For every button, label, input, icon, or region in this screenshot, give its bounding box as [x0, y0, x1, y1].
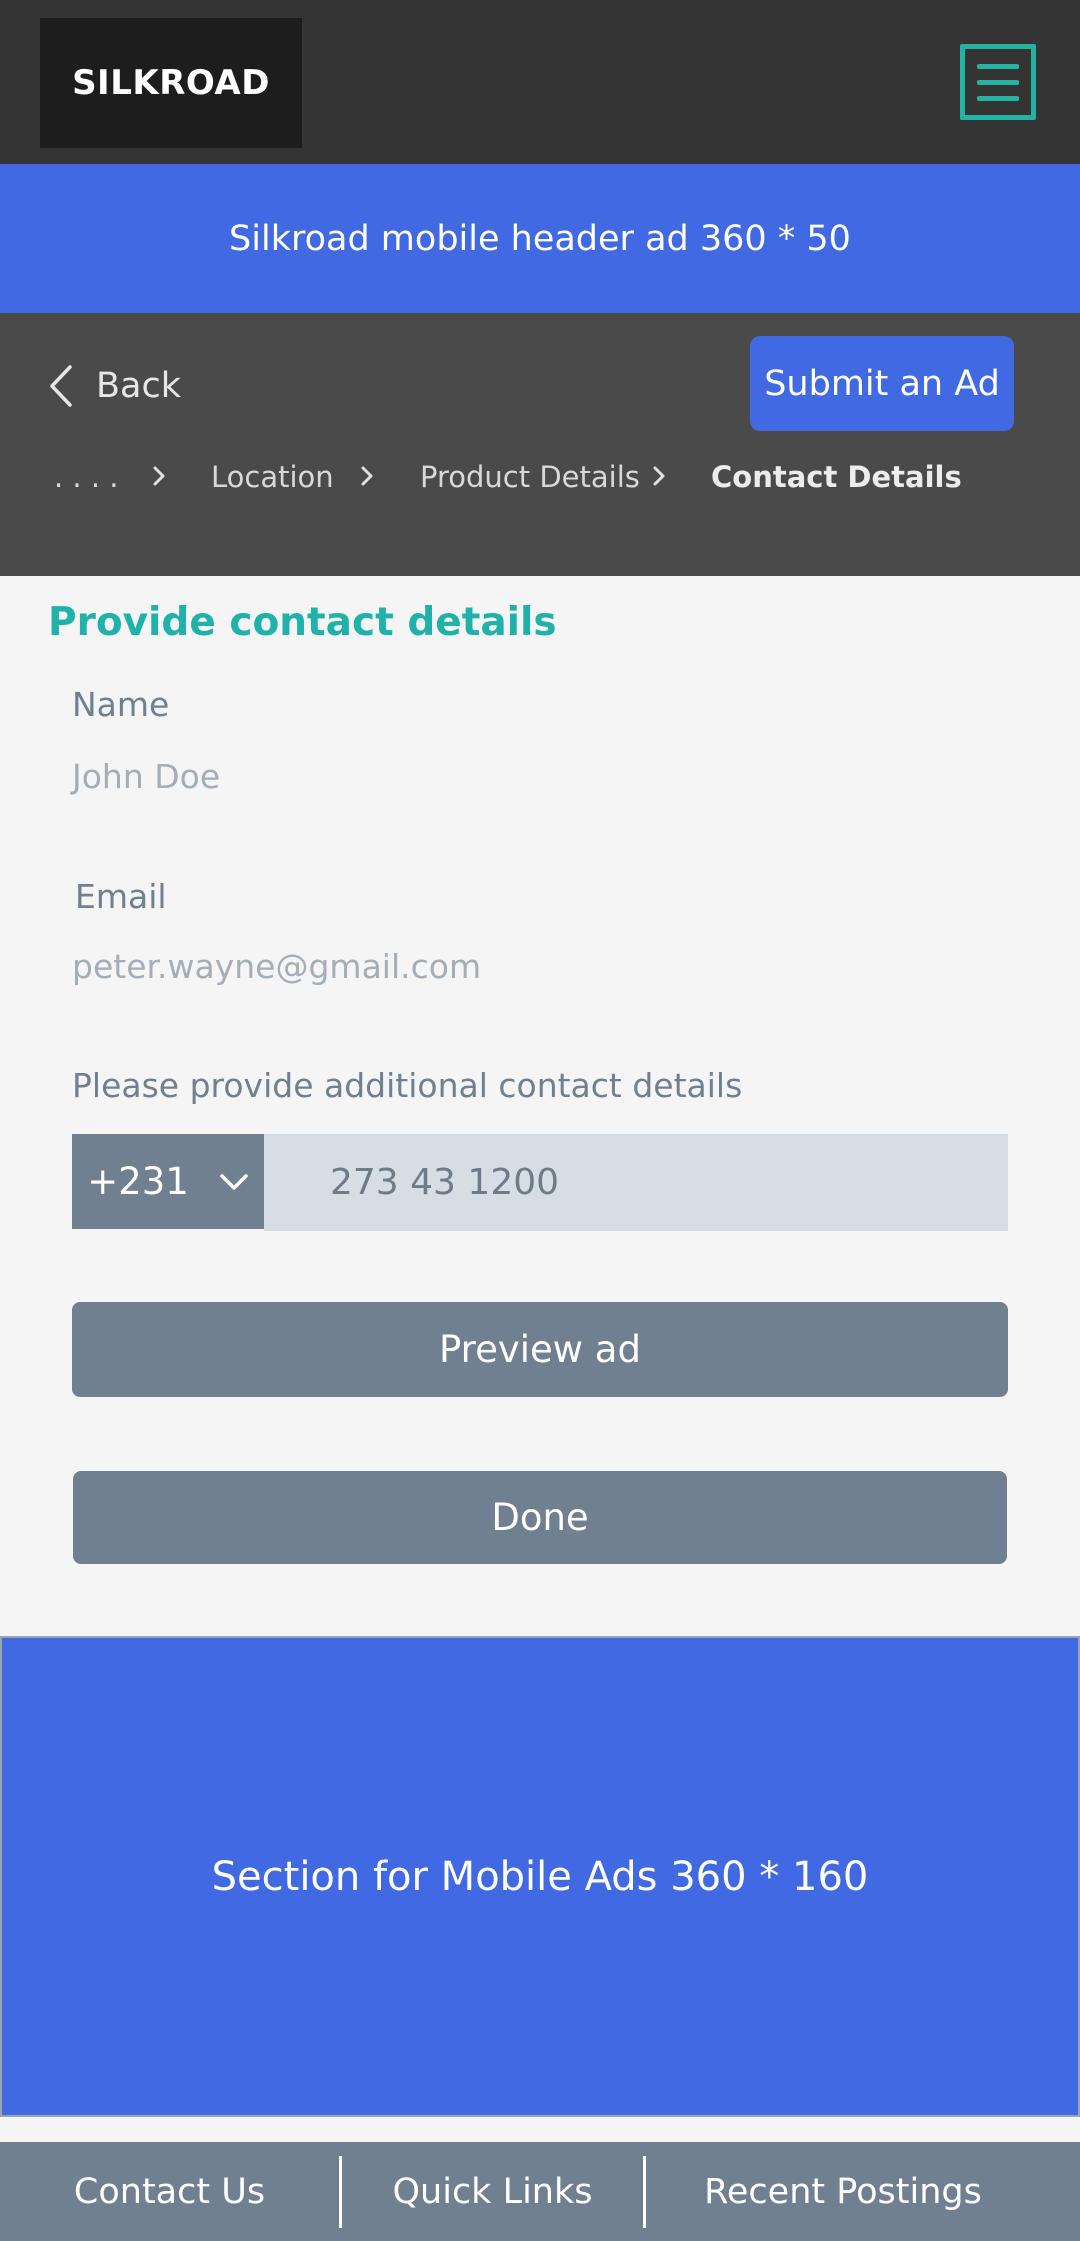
back-button[interactable]: Back: [48, 356, 181, 416]
footer-link-quick-links[interactable]: Quick Links: [342, 2142, 643, 2241]
breadcrumb-item-location[interactable]: Location: [211, 452, 334, 502]
submit-ad-button[interactable]: Submit an Ad: [750, 336, 1014, 431]
footer-link-recent-postings[interactable]: Recent Postings: [646, 2142, 1040, 2241]
header-ad-text: Silkroad mobile header ad 360 * 50: [229, 218, 851, 259]
menu-line: [977, 95, 1019, 101]
done-button[interactable]: Done: [73, 1471, 1007, 1564]
email-label: Email: [75, 877, 167, 916]
logo[interactable]: SILKROAD: [40, 18, 302, 148]
name-value[interactable]: John Doe: [72, 757, 220, 796]
mobile-ads-section[interactable]: Section for Mobile Ads 360 * 160: [0, 1636, 1080, 2117]
mobile-ads-text: Section for Mobile Ads 360 * 160: [211, 1853, 869, 1900]
footer: Contact Us Quick Links Recent Postings: [0, 2142, 1080, 2241]
name-label: Name: [72, 685, 170, 724]
breadcrumb-item-product-details[interactable]: Product Details: [420, 452, 640, 502]
menu-line: [977, 79, 1019, 85]
menu-line: [977, 63, 1019, 69]
chevron-right-icon: [153, 466, 165, 486]
footer-link-contact-us[interactable]: Contact Us: [0, 2142, 339, 2241]
phone-field: +231: [72, 1134, 1008, 1231]
breadcrumb: . . . . Location Product Details Contact…: [54, 452, 1054, 502]
form-title: Provide contact details: [48, 600, 557, 645]
breadcrumb-ellipsis[interactable]: . . . .: [54, 452, 119, 502]
chevron-right-icon: [361, 466, 373, 486]
chevron-down-icon: [220, 1173, 248, 1190]
hamburger-menu-icon[interactable]: [960, 44, 1036, 120]
header-ad-banner[interactable]: Silkroad mobile header ad 360 * 50: [0, 164, 1080, 313]
email-value[interactable]: peter.wayne@gmail.com: [72, 947, 481, 986]
chevron-left-icon: [50, 365, 72, 407]
country-code-select[interactable]: +231: [72, 1134, 264, 1229]
back-label: Back: [96, 366, 181, 406]
breadcrumb-item-contact-details: Contact Details: [711, 460, 962, 494]
preview-ad-button[interactable]: Preview ad: [72, 1302, 1008, 1397]
chevron-right-icon: [653, 466, 665, 486]
country-code-value: +231: [87, 1160, 189, 1203]
phone-number-input[interactable]: [264, 1134, 1008, 1231]
additional-contact-label: Please provide additional contact detail…: [72, 1066, 743, 1105]
